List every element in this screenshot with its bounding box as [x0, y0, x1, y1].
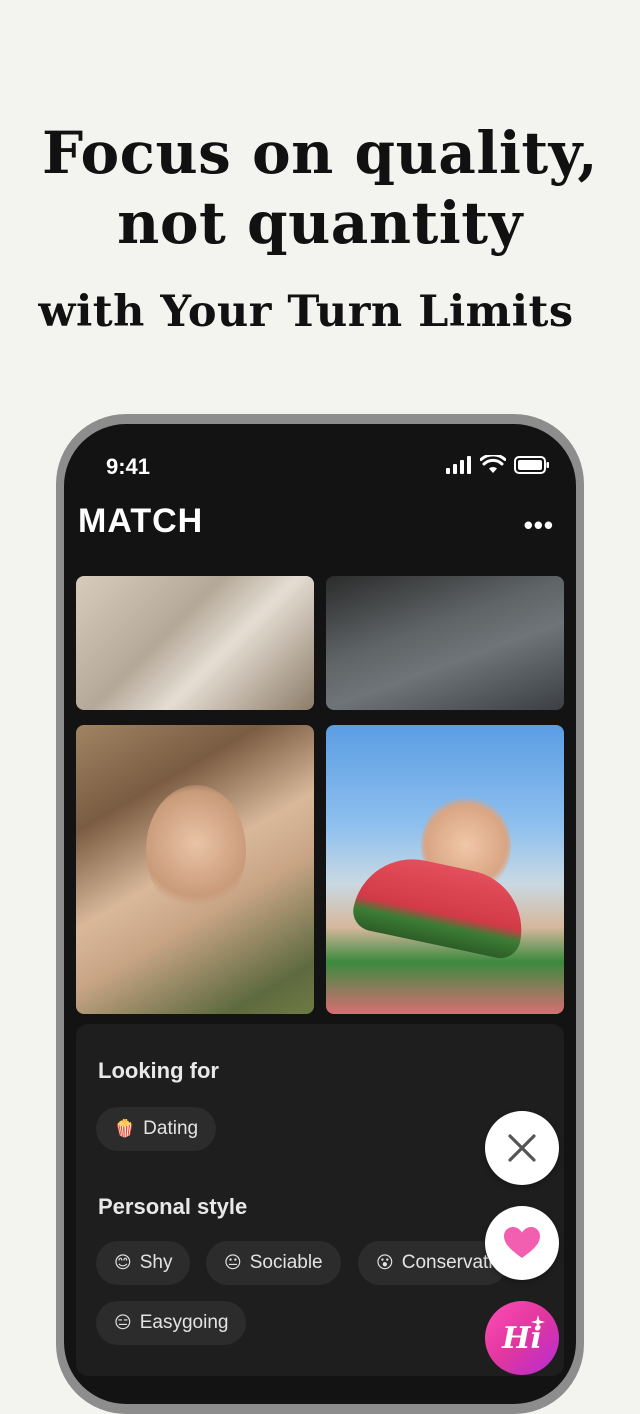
style-label: Easygoing	[139, 1312, 229, 1333]
personal-style-title: Personal style	[98, 1194, 248, 1219]
phone-frame: 9:41 MATCH ••• Looking for 🍿 Dating Pers…	[56, 414, 584, 1414]
profile-photo-1[interactable]	[76, 576, 314, 710]
like-button[interactable]	[485, 1206, 559, 1280]
style-chip: 😐 Sociable	[206, 1241, 341, 1285]
neutral-face-icon: 😐	[224, 1253, 242, 1272]
profile-photo-3[interactable]	[76, 725, 314, 1014]
smile-icon: 😊	[114, 1253, 132, 1272]
say-hi-button[interactable]: Hi	[485, 1301, 559, 1375]
looking-for-chip: 🍿 Dating	[96, 1107, 217, 1151]
popcorn-icon: 🍿	[114, 1119, 136, 1138]
phone-screen: 9:41 MATCH ••• Looking for 🍿 Dating Pers…	[64, 424, 576, 1404]
profile-photo-2[interactable]	[326, 576, 564, 710]
style-chip: 😑 Easygoing	[96, 1301, 247, 1345]
headline: Focus on quality, not quantity	[0, 118, 640, 258]
status-time: 9:41	[106, 454, 151, 479]
headline-subline: with Your Turn Limits	[38, 287, 574, 337]
sparkle-icon	[531, 1315, 545, 1329]
style-label: Sociable	[249, 1252, 323, 1273]
style-chip: 😊 Shy	[96, 1241, 191, 1285]
heart-icon	[504, 1227, 540, 1258]
more-options-button[interactable]: •••	[524, 510, 554, 541]
headline-line-2: not quantity	[117, 189, 523, 257]
style-label: Shy	[139, 1252, 173, 1273]
pass-button[interactable]	[485, 1111, 559, 1185]
headline-line-1: Focus on quality,	[41, 119, 599, 187]
signal-icon	[446, 456, 471, 474]
looking-for-title: Looking for	[98, 1058, 219, 1083]
status-icons	[446, 454, 550, 476]
battery-icon	[514, 456, 549, 474]
app-title: MATCH	[78, 502, 204, 540]
expressionless-face-icon: 😑	[114, 1313, 132, 1332]
wifi-icon	[480, 455, 506, 473]
profile-photo-4[interactable]	[326, 725, 564, 1014]
looking-for-label: Dating	[143, 1118, 199, 1139]
close-icon	[508, 1134, 536, 1162]
surprised-face-icon: 😮	[376, 1253, 394, 1272]
